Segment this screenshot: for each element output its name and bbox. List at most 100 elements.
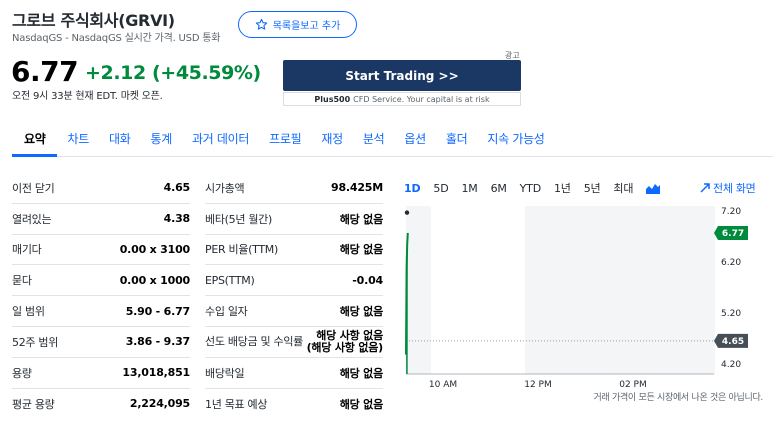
current-price: 6.77 bbox=[11, 55, 79, 88]
range-ytd-button[interactable]: YTD bbox=[520, 182, 542, 195]
chart-y-tick-label: 5.20 bbox=[721, 309, 741, 319]
chart-y-tick-label: 7.20 bbox=[721, 207, 741, 217]
add-to-watchlist-button[interactable]: 목록을보고 추가 bbox=[238, 11, 357, 38]
star-icon bbox=[255, 18, 267, 30]
mountain-chart-icon[interactable] bbox=[646, 182, 661, 194]
fullscreen-label: 전체 화면 bbox=[713, 182, 756, 195]
chart-y-tick-label: 6.20 bbox=[721, 258, 741, 268]
stat-value: 3.86 - 9.37 bbox=[125, 335, 191, 349]
stat-avg-volume: 평균 용량 2,224,095 bbox=[12, 389, 190, 420]
quote-nav-tabs: 요약 차트 대화 통계 과거 데이터 프로필 재정 분석 옵션 홀더 지속 가능… bbox=[11, 121, 773, 157]
stat-earnings-date: 수입 일자 해당 없음 bbox=[205, 296, 383, 327]
price-change: +2.12 (+45.59%) bbox=[85, 62, 261, 84]
stat-label: 시가총액 bbox=[205, 181, 245, 195]
chart-session-band bbox=[620, 206, 715, 374]
range-1y-button[interactable]: 1년 bbox=[554, 180, 571, 196]
tab-historical-data[interactable]: 과거 데이터 bbox=[192, 121, 250, 156]
stat-label: 배당락일 bbox=[205, 366, 245, 380]
summary-stats-left: 이전 닫기 4.65 열려있는 4.38 매기다 0.00 x 3100 묻다 0.00… bbox=[12, 173, 190, 419]
tab-statistics[interactable]: 통계 bbox=[150, 121, 172, 156]
stat-value: -0.04 bbox=[352, 273, 383, 287]
chart-y-tick-label: 4.20 bbox=[721, 360, 741, 370]
stat-value: 2,224,095 bbox=[129, 397, 190, 411]
stat-value: 해당 없음 bbox=[339, 397, 384, 411]
stat-beta: 베타(5년 월간) 해당 없음 bbox=[205, 204, 383, 235]
stat-value: 13,018,851 bbox=[122, 366, 190, 380]
summary-stats-right: 시가총액 98.425M 베타(5년 월간) 해당 없음 PER 비율(TTM) 해당… bbox=[205, 173, 383, 419]
stat-1y-target: 1년 목표 예상 해당 없음 bbox=[205, 389, 383, 420]
chart-x-tick-label: 10 AM bbox=[429, 380, 457, 390]
tab-chart[interactable]: 차트 bbox=[67, 121, 89, 156]
range-5y-button[interactable]: 5년 bbox=[584, 180, 601, 196]
stat-eps: EPS(TTM) -0.04 bbox=[205, 265, 383, 297]
stat-market-cap: 시가총액 98.425M bbox=[205, 173, 383, 204]
tab-financials[interactable]: 재정 bbox=[321, 121, 343, 156]
price-chart[interactable]: 10 AM 12 PM 02 PM 7.20 6.20 5.20 4.20 6.77 4.65 bbox=[400, 200, 773, 420]
chart-disclaimer: 거래 가격이 모든 시장에서 나온 것은 아닙니다. bbox=[593, 393, 763, 403]
stat-value: 0.00 x 1000 bbox=[119, 273, 191, 287]
price-chart-svg: 10 AM 12 PM 02 PM 7.20 6.20 5.20 4.20 6.77 4.65 bbox=[404, 206, 748, 390]
range-1m-button[interactable]: 1M bbox=[461, 182, 477, 195]
tab-options[interactable]: 옵션 bbox=[404, 121, 426, 156]
watchlist-button-label: 목록을보고 추가 bbox=[272, 21, 341, 32]
ad-disclaimer: CFD Service. Your capital is at risk bbox=[353, 94, 490, 104]
exchange-info: NasdaqGS - NasdaqGS 실시간 가격. USD 통화 bbox=[12, 33, 221, 44]
tab-conversations[interactable]: 대화 bbox=[109, 121, 131, 156]
tab-sustainability[interactable]: 지속 가능성 bbox=[487, 121, 545, 156]
stat-label: 이전 닫기 bbox=[12, 181, 55, 195]
chart-session-band bbox=[406, 206, 431, 374]
stat-label: 평균 용량 bbox=[12, 397, 55, 411]
stat-label: 매기다 bbox=[12, 243, 42, 257]
tab-analysis[interactable]: 분석 bbox=[363, 121, 385, 156]
stat-label: 선도 배당금 및 수익률 bbox=[205, 334, 303, 348]
stat-ex-dividend-date: 배당락일 해당 없음 bbox=[205, 358, 383, 389]
stat-label: EPS(TTM) bbox=[205, 273, 255, 287]
stat-value: 해당 사항 없음 (해당 사항 없음) bbox=[306, 328, 384, 354]
stat-bid: 매기다 0.00 x 3100 bbox=[12, 235, 190, 266]
fullscreen-link[interactable]: 전체 화면 bbox=[700, 180, 756, 196]
expand-icon bbox=[700, 183, 710, 193]
stat-label: 1년 목표 예상 bbox=[205, 397, 268, 411]
tab-holders[interactable]: 홀더 bbox=[446, 121, 468, 156]
stat-forward-dividend: 선도 배당금 및 수익률 해당 사항 없음 (해당 사항 없음) bbox=[205, 327, 383, 358]
stat-day-range: 일 범위 5.90 - 6.77 bbox=[12, 296, 190, 327]
ad-banner[interactable]: Start Trading >> Plus500 CFD Service. Yo… bbox=[283, 60, 521, 107]
stat-value: 해당 없음 bbox=[339, 305, 384, 319]
stat-open: 열려있는 4.38 bbox=[12, 204, 190, 235]
range-1d-button[interactable]: 1D bbox=[404, 182, 421, 195]
previous-close-tag-label: 4.65 bbox=[722, 337, 744, 347]
chart-x-tick-label: 02 PM bbox=[619, 380, 647, 390]
stat-value: 98.425M bbox=[331, 181, 383, 195]
stat-value: 해당 없음 bbox=[339, 366, 384, 380]
chart-marker-dot bbox=[404, 210, 410, 215]
current-price-tag-label: 6.77 bbox=[722, 229, 744, 239]
stat-label: 열려있는 bbox=[12, 212, 52, 226]
stat-value: 4.65 bbox=[163, 181, 191, 195]
stat-label: 52주 범위 bbox=[12, 335, 59, 349]
stat-label: 용량 bbox=[12, 366, 32, 380]
stat-value: 0.00 x 3100 bbox=[119, 242, 191, 256]
range-max-button[interactable]: 최대 bbox=[613, 180, 633, 196]
ad-brand: Plus500 bbox=[314, 94, 351, 104]
range-5d-button[interactable]: 5D bbox=[433, 182, 448, 195]
stat-label: PER 비율(TTM) bbox=[205, 243, 278, 257]
stat-52-week-range: 52주 범위 3.86 - 9.37 bbox=[12, 327, 190, 358]
stat-label: 베타(5년 월간) bbox=[205, 212, 272, 226]
market-time: 오전 9시 33분 현재 EDT. 마켓 오픈. bbox=[12, 91, 163, 102]
stat-label: 묻다 bbox=[12, 274, 32, 288]
start-trading-button[interactable]: Start Trading >> bbox=[283, 60, 521, 91]
range-6m-button[interactable]: 6M bbox=[491, 182, 507, 195]
stat-label: 일 범위 bbox=[12, 305, 45, 319]
stat-volume: 용량 13,018,851 bbox=[12, 358, 190, 389]
ad-caption: Plus500 CFD Service. Your capital is at … bbox=[283, 92, 521, 106]
tab-profile[interactable]: 프로필 bbox=[269, 121, 302, 156]
chart-session-band bbox=[525, 206, 620, 374]
tab-summary[interactable]: 요약 bbox=[11, 121, 59, 157]
company-title: 그로브 주식회사(GRVI) bbox=[12, 11, 175, 30]
stat-value: 5.90 - 6.77 bbox=[125, 304, 191, 318]
stat-pe-ratio: PER 비율(TTM) 해당 없음 bbox=[205, 235, 383, 266]
stat-value: 해당 없음 bbox=[339, 212, 384, 226]
chart-range-selector: 1D 5D 1M 6M YTD 1년 5년 최대 bbox=[404, 180, 661, 196]
stat-previous-close: 이전 닫기 4.65 bbox=[12, 173, 190, 204]
stat-ask: 묻다 0.00 x 1000 bbox=[12, 265, 191, 297]
